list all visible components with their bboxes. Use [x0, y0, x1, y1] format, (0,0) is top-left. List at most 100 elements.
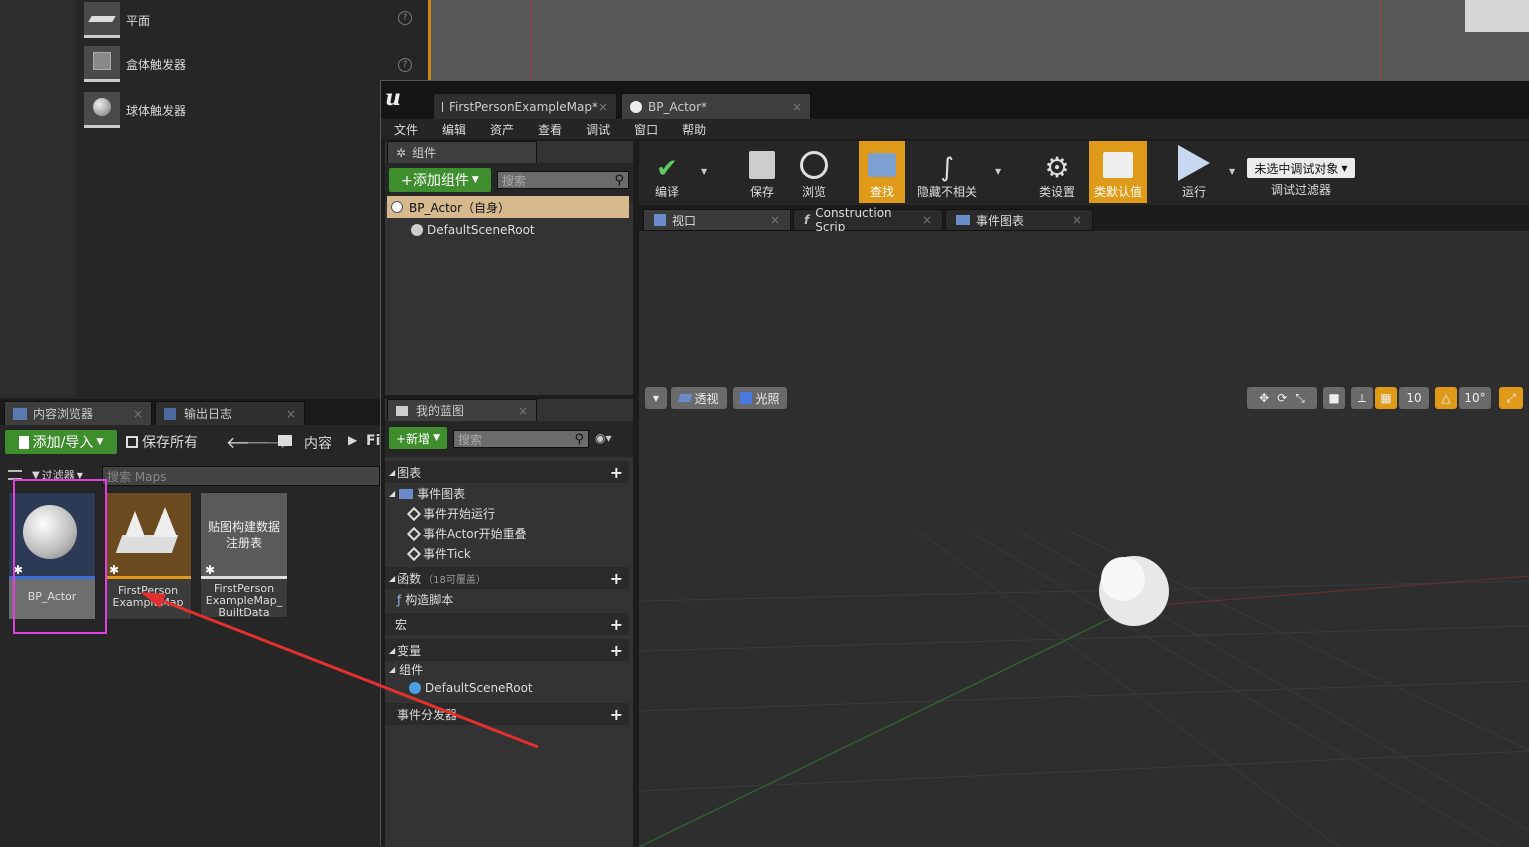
- event-actor-overlap[interactable]: 事件Actor开始重叠: [406, 525, 527, 542]
- help-icon[interactable]: ?: [398, 58, 412, 72]
- tab-output-log[interactable]: 输出日志 ×: [155, 401, 305, 425]
- chevron-down-icon: ▼: [652, 393, 660, 403]
- class-defaults-button[interactable]: 类默认值: [1089, 141, 1147, 203]
- find-button[interactable]: 查找: [859, 141, 905, 203]
- asset-thumbnail: 贴图构建数据注册表 ✱: [201, 493, 287, 579]
- help-icon[interactable]: ?: [398, 11, 412, 25]
- tab-firstperson-map[interactable]: FirstPersonExampleMap* ×: [433, 93, 617, 119]
- close-icon[interactable]: ×: [518, 404, 528, 418]
- construction-script-item[interactable]: ƒ 构造脚本: [397, 591, 453, 608]
- section-dispatchers[interactable]: 事件分发器 +: [385, 703, 629, 725]
- grid-icon: ▦: [1380, 391, 1392, 405]
- close-icon[interactable]: ×: [770, 213, 780, 227]
- eye-icon[interactable]: ◉▾: [595, 431, 612, 445]
- tab-my-blueprint[interactable]: 我的蓝图 ×: [387, 399, 537, 421]
- blueprint-search-input[interactable]: 搜索 ⚲: [453, 430, 589, 448]
- section-variables[interactable]: ◢ 变量 +: [385, 639, 629, 661]
- scale-icon[interactable]: ⤡: [1295, 391, 1305, 406]
- scale-snap-icon: ⤢: [1506, 390, 1516, 405]
- menu-help[interactable]: 帮助: [669, 121, 717, 138]
- new-button[interactable]: +新增 ▼: [389, 427, 447, 449]
- rotate-icon[interactable]: ⟳: [1277, 391, 1287, 405]
- rotation-snap-value[interactable]: 10°: [1459, 387, 1491, 409]
- map-icon: [442, 101, 443, 112]
- tab-bp-actor[interactable]: BP_Actor* ×: [621, 93, 811, 119]
- section-functions[interactable]: ◢ 函数 （18可覆盖） +: [385, 567, 629, 589]
- path-root[interactable]: 内容: [304, 433, 332, 453]
- browse-button[interactable]: 浏览: [789, 141, 839, 203]
- add-dispatcher-icon[interactable]: +: [610, 705, 623, 724]
- variable-scene-root[interactable]: DefaultSceneRoot: [409, 681, 533, 695]
- place-item-label: 盒体触发器: [126, 57, 187, 72]
- level-viewport[interactable]: [428, 0, 1529, 80]
- tab-viewport[interactable]: 视口 ×: [643, 209, 791, 231]
- lit-button[interactable]: 光照: [733, 387, 787, 409]
- search-icon: ⚲: [574, 431, 584, 447]
- component-root-item[interactable]: BP_Actor（自身）: [387, 196, 629, 218]
- place-item-sphere-trigger[interactable]: 球体触发器: [84, 90, 424, 130]
- menu-view[interactable]: 查看: [525, 121, 573, 138]
- save-button[interactable]: 保存: [737, 141, 787, 203]
- close-icon[interactable]: ×: [792, 100, 802, 114]
- perspective-button[interactable]: 透视: [671, 387, 727, 409]
- add-component-button[interactable]: +添加组件 ▼: [389, 168, 491, 192]
- grid-snap-value[interactable]: 10: [1399, 387, 1429, 409]
- dirty-star-icon: ✱: [109, 563, 120, 577]
- save-all-button[interactable]: 保存所有: [126, 432, 198, 452]
- menu-asset[interactable]: 资产: [477, 121, 525, 138]
- asset-firstperson-map[interactable]: ✱ FirstPerson ExampleMap: [104, 492, 192, 620]
- place-item-plane[interactable]: 平面 ?: [84, 0, 424, 40]
- add-macro-icon[interactable]: +: [610, 615, 623, 634]
- section-macros[interactable]: 宏 +: [385, 613, 629, 635]
- component-search-input[interactable]: 搜索 ⚲: [497, 171, 629, 189]
- menu-debug[interactable]: 调试: [573, 121, 621, 138]
- add-variable-icon[interactable]: +: [610, 641, 623, 660]
- transform-tools[interactable]: ✥ ⟳ ⤡: [1247, 387, 1317, 409]
- path-next[interactable]: Fi: [366, 433, 380, 449]
- rotation-snap-button[interactable]: △: [1435, 387, 1457, 409]
- close-icon[interactable]: ×: [286, 407, 296, 421]
- event-tick[interactable]: 事件Tick: [406, 545, 471, 562]
- class-settings-button[interactable]: ⚙ 类设置: [1031, 141, 1083, 203]
- section-graphs[interactable]: ◢ 图表 +: [385, 461, 629, 483]
- close-icon[interactable]: ×: [598, 100, 608, 114]
- hide-unrelated-button[interactable]: ∫ 隐藏不相关: [915, 141, 979, 203]
- debug-filter-label: 调试过滤器: [1271, 183, 1332, 197]
- debug-object-select[interactable]: 未选中调试对象 ▼: [1247, 158, 1355, 178]
- place-item-box-trigger[interactable]: 盒体触发器 ?: [84, 44, 424, 84]
- tab-event-graph[interactable]: 事件图表 ×: [945, 209, 1093, 231]
- add-graph-icon[interactable]: +: [610, 463, 623, 482]
- event-graph-item[interactable]: ◢ 事件图表: [389, 485, 465, 502]
- close-icon[interactable]: ×: [133, 407, 143, 421]
- scale-snap-button[interactable]: ⤢: [1499, 387, 1523, 409]
- component-scene-root[interactable]: DefaultSceneRoot: [411, 223, 535, 237]
- grid-line: [1380, 0, 1381, 80]
- add-function-icon[interactable]: +: [610, 569, 623, 588]
- world-local-button[interactable]: ■: [1323, 387, 1345, 409]
- tab-construction-script[interactable]: f Construction Scrip ×: [793, 206, 943, 234]
- event-begin-play[interactable]: 事件开始运行: [406, 505, 495, 522]
- chevron-down-icon[interactable]: ▼: [995, 167, 1001, 176]
- tab-content-browser[interactable]: 内容浏览器 ×: [4, 401, 152, 425]
- chevron-down-icon: ▼: [471, 175, 479, 185]
- compile-button[interactable]: ✔ 编译: [641, 141, 693, 203]
- add-import-button[interactable]: 添加/导入 ▼: [5, 430, 117, 454]
- content-search-input[interactable]: 搜索 Maps: [102, 466, 380, 486]
- play-button[interactable]: 运行: [1169, 141, 1219, 203]
- move-icon[interactable]: ✥: [1259, 391, 1269, 405]
- chevron-down-icon[interactable]: ▼: [701, 167, 707, 176]
- grid-snap-button[interactable]: ▦: [1375, 387, 1397, 409]
- scene-icon: [411, 224, 423, 236]
- tab-components[interactable]: ✲ 组件: [387, 141, 537, 163]
- menu-edit[interactable]: 编辑: [429, 121, 477, 138]
- plane-icon: [84, 2, 120, 38]
- asset-builtdata[interactable]: 贴图构建数据注册表 ✱ FirstPerson ExampleMap_ Buil…: [200, 492, 288, 619]
- surface-snap-button[interactable]: ⟂: [1351, 387, 1373, 409]
- close-icon[interactable]: ×: [922, 213, 932, 227]
- close-icon[interactable]: ×: [1072, 213, 1082, 227]
- chevron-down-icon[interactable]: ▼: [1229, 167, 1235, 176]
- menu-window[interactable]: 窗口: [621, 121, 669, 138]
- menu-file[interactable]: 文件: [381, 121, 429, 138]
- viewport-options-button[interactable]: ▼: [645, 387, 667, 409]
- blueprint-viewport[interactable]: ▼ 透视 光照 ✥ ⟳ ⤡ ■ ⟂ ▦ 10 △ 10° ⤢: [639, 231, 1529, 847]
